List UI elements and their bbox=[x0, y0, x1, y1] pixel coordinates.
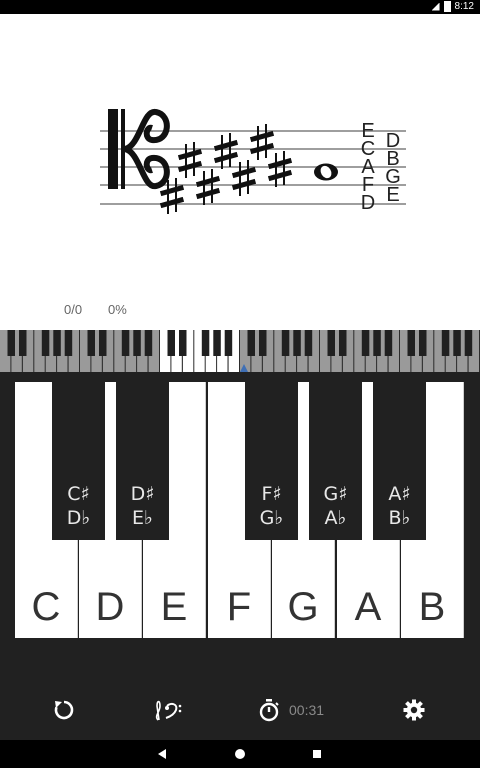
music-staff bbox=[100, 109, 406, 214]
mini-keyboard[interactable] bbox=[0, 330, 480, 372]
key-signature-sharps bbox=[159, 124, 293, 214]
settings-button[interactable] bbox=[402, 698, 426, 722]
staff-line-names-right: D B G E bbox=[385, 130, 401, 206]
piano-keyboard[interactable]: C D E F G A B C♯ D♭ D♯ E♭ F♯ G♭ G♯ A♭ A♯ B♭ bbox=[0, 372, 480, 696]
staff-line-names-left: E C A F D bbox=[360, 120, 376, 214]
mini-black-key bbox=[99, 330, 107, 356]
mini-black-key bbox=[41, 330, 50, 356]
mini-black-key bbox=[167, 330, 175, 356]
mini-black-key bbox=[304, 330, 313, 356]
mini-black-key bbox=[53, 330, 61, 356]
mini-black-key bbox=[419, 330, 427, 356]
mini-black-key bbox=[384, 330, 393, 356]
mini-black-key bbox=[441, 330, 450, 356]
mini-black-key bbox=[144, 330, 153, 356]
mini-black-key bbox=[407, 330, 415, 356]
mini-black-key bbox=[213, 330, 221, 356]
key-g-sharp[interactable]: G♯ A♭ bbox=[309, 382, 362, 540]
timer-button[interactable] bbox=[257, 698, 281, 722]
wifi-off-icon bbox=[431, 2, 440, 11]
mini-black-key bbox=[121, 330, 130, 356]
accuracy-percent: 0% bbox=[108, 302, 127, 317]
mini-black-key bbox=[373, 330, 381, 356]
staff-area: E C A F D D B G E bbox=[0, 14, 480, 330]
key-d-sharp[interactable]: D♯ E♭ bbox=[116, 382, 169, 540]
score-counter: 0/0 bbox=[64, 302, 83, 317]
recents-icon[interactable] bbox=[309, 746, 325, 762]
key-c-sharp[interactable]: C♯ D♭ bbox=[52, 382, 105, 540]
whole-note bbox=[314, 163, 338, 181]
clef-switch-button[interactable] bbox=[152, 698, 182, 722]
bottom-toolbar: 00:31 bbox=[0, 680, 480, 740]
home-icon[interactable] bbox=[232, 746, 248, 762]
mini-black-key bbox=[327, 330, 335, 356]
mini-black-key bbox=[259, 330, 267, 356]
mini-black-key bbox=[201, 330, 210, 356]
mini-black-key bbox=[247, 330, 255, 356]
mini-black-key bbox=[133, 330, 141, 356]
battery-icon bbox=[443, 1, 451, 12]
key-f-sharp[interactable]: F♯ G♭ bbox=[245, 382, 298, 540]
mini-black-key bbox=[224, 330, 233, 356]
status-bar: 8:12 bbox=[0, 0, 480, 14]
mini-black-key bbox=[453, 330, 461, 356]
reset-button[interactable] bbox=[52, 698, 76, 722]
mini-black-key bbox=[339, 330, 347, 356]
status-time: 8:12 bbox=[454, 1, 474, 12]
settings-icon bbox=[403, 699, 425, 721]
mini-black-key bbox=[7, 330, 15, 356]
mini-black-key bbox=[179, 330, 187, 356]
stopwatch-icon bbox=[259, 699, 279, 722]
mini-black-key bbox=[19, 330, 27, 356]
mini-black-key bbox=[64, 330, 73, 356]
reset-icon bbox=[54, 700, 74, 720]
mini-black-key bbox=[87, 330, 95, 356]
key-a-sharp[interactable]: A♯ B♭ bbox=[373, 382, 426, 540]
system-nav-bar bbox=[0, 740, 480, 768]
mini-black-key bbox=[464, 330, 473, 356]
back-icon[interactable] bbox=[154, 746, 170, 762]
mini-black-key bbox=[361, 330, 370, 356]
clef-switch-icon bbox=[155, 700, 182, 721]
mini-black-key bbox=[281, 330, 290, 356]
timer-value: 00:31 bbox=[289, 702, 325, 718]
mini-black-key bbox=[293, 330, 301, 356]
